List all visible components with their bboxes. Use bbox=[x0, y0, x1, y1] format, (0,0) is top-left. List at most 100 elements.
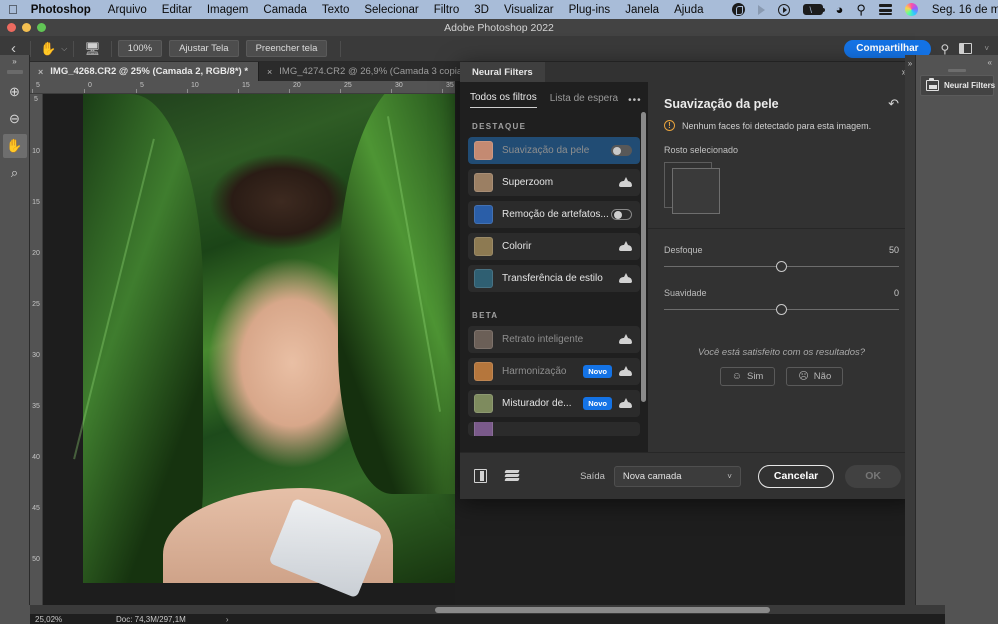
play-circle-icon[interactable] bbox=[777, 3, 790, 16]
filter-item-partial[interactable] bbox=[468, 422, 640, 436]
status-expand-icon[interactable]: › bbox=[186, 615, 229, 624]
download-icon[interactable] bbox=[619, 273, 632, 284]
toolstrip-expand-icon[interactable]: » bbox=[0, 55, 29, 66]
document-image[interactable] bbox=[73, 94, 455, 599]
airplay-icon[interactable] bbox=[757, 4, 765, 15]
slider-knob[interactable] bbox=[776, 261, 787, 272]
cancel-button[interactable]: Cancelar bbox=[757, 464, 835, 488]
download-icon[interactable] bbox=[619, 241, 632, 252]
status-zoom[interactable]: 25,02% bbox=[30, 615, 92, 624]
slider-knob[interactable] bbox=[776, 304, 787, 315]
compare-split-icon[interactable] bbox=[474, 469, 487, 483]
filter-item-remocao-de-artefatos[interactable]: Remoção de artefatos... bbox=[468, 201, 640, 228]
filter-item-misturador-de[interactable]: Misturador de... Novo bbox=[468, 390, 640, 417]
canvas-area[interactable] bbox=[43, 94, 455, 605]
ruler-label: 45 bbox=[32, 505, 40, 512]
siri-icon[interactable] bbox=[904, 3, 918, 16]
feedback-no-button[interactable]: ☹ Não bbox=[786, 367, 844, 386]
workspace-icon[interactable] bbox=[959, 43, 973, 54]
slider-suavidade-track[interactable] bbox=[664, 303, 899, 315]
document-tab-active[interactable]: × IMG_4268.CR2 @ 25% (Camada 2, RGB/8*) … bbox=[30, 62, 260, 81]
filter-item-harmonizacao[interactable]: Harmonização Novo bbox=[468, 358, 640, 385]
screen-mode-icon[interactable]: 🖥 bbox=[80, 41, 105, 57]
search-icon[interactable]: ⚲ bbox=[941, 42, 950, 56]
ok-button[interactable]: OK bbox=[845, 464, 901, 488]
tool-strip: » ⊕ ⊖ ✋ ⌕ bbox=[0, 55, 30, 605]
reset-icon[interactable]: ↶ bbox=[888, 96, 899, 112]
more-options-icon[interactable]: ••• bbox=[628, 95, 642, 106]
filter-thumbnail bbox=[474, 173, 493, 192]
wifi-icon[interactable]: ◕ bbox=[836, 3, 844, 16]
zoom-in-tool[interactable]: ⊕ bbox=[3, 80, 27, 104]
minimize-window-button[interactable] bbox=[22, 23, 31, 32]
slider-desfoque-track[interactable] bbox=[664, 260, 899, 272]
filter-item-colorir[interactable]: Colorir bbox=[468, 233, 640, 260]
menu-texto[interactable]: Texto bbox=[322, 4, 350, 16]
download-icon[interactable] bbox=[619, 334, 632, 345]
dock-item-neural-filters[interactable]: Neural Filters bbox=[920, 75, 995, 96]
horizontal-ruler[interactable]: 5 0 5 10 15 20 25 30 35 bbox=[30, 81, 455, 94]
toolstrip-grip[interactable] bbox=[6, 70, 23, 74]
filter-thumbnail bbox=[474, 269, 493, 288]
download-icon[interactable] bbox=[619, 366, 632, 377]
close-icon[interactable]: × bbox=[267, 67, 272, 77]
tab-todos-os-filtros[interactable]: Todos os filtros bbox=[470, 92, 537, 108]
chevron-down-icon[interactable]: ⌵ bbox=[61, 44, 67, 54]
neural-filters-tab[interactable]: Neural Filters bbox=[460, 62, 545, 82]
filter-item-transferencia-de-estilo[interactable]: Transferência de estilo bbox=[468, 265, 640, 292]
dock-grip[interactable] bbox=[948, 69, 966, 72]
filter-toggle[interactable] bbox=[611, 145, 632, 156]
menu-selecionar[interactable]: Selecionar bbox=[364, 4, 418, 16]
filter-item-retrato-inteligente[interactable]: Retrato inteligente bbox=[468, 326, 640, 353]
maximize-window-button[interactable] bbox=[37, 23, 46, 32]
zoom-level-button[interactable]: 100% bbox=[117, 40, 163, 57]
feedback-yes-button[interactable]: ☺ Sim bbox=[719, 367, 776, 386]
ruler-label: 10 bbox=[32, 148, 40, 155]
menu-camada[interactable]: Camada bbox=[263, 4, 306, 16]
hand-tool[interactable]: ✋ bbox=[2, 134, 27, 158]
menu-arquivo[interactable]: Arquivo bbox=[108, 4, 147, 16]
horizontal-scrollbar-thumb[interactable] bbox=[435, 606, 770, 613]
fit-screen-button[interactable]: Ajustar Tela bbox=[169, 40, 239, 57]
menu-filtro[interactable]: Filtro bbox=[434, 4, 460, 16]
menu-visualizar[interactable]: Visualizar bbox=[504, 4, 554, 16]
status-left-filler bbox=[0, 605, 30, 624]
close-window-button[interactable] bbox=[7, 23, 16, 32]
vertical-ruler[interactable]: 5 10 15 20 25 30 35 40 45 50 bbox=[30, 94, 43, 605]
menu-3d[interactable]: 3D bbox=[474, 4, 489, 16]
spotlight-search-icon[interactable]: ⚲ bbox=[856, 3, 866, 16]
menu-plugins[interactable]: Plug-ins bbox=[569, 4, 611, 16]
tab-lista-de-espera[interactable]: Lista de espera bbox=[550, 93, 618, 108]
rail-expand-icon[interactable]: » bbox=[905, 55, 915, 68]
zoom-out-tool[interactable]: ⊖ bbox=[3, 107, 27, 131]
status-bar: 25,02% Doc: 74,3M/297,1M › bbox=[0, 605, 998, 624]
filter-list-scrollbar[interactable] bbox=[641, 112, 646, 402]
shazam-icon[interactable] bbox=[731, 3, 745, 16]
fill-screen-button[interactable]: Preencher tela bbox=[245, 40, 328, 57]
download-icon[interactable] bbox=[619, 177, 632, 188]
menu-imagem[interactable]: Imagem bbox=[207, 4, 249, 16]
selected-face-preview[interactable] bbox=[664, 162, 726, 214]
zoom-tool[interactable]: ⌕ bbox=[3, 161, 27, 185]
close-icon[interactable]: × bbox=[38, 67, 43, 77]
back-button[interactable]: ‹ bbox=[7, 41, 24, 56]
filter-item-superzoom[interactable]: Superzoom bbox=[468, 169, 640, 196]
horizontal-scrollbar-track[interactable] bbox=[30, 605, 945, 614]
menu-ajuda[interactable]: Ajuda bbox=[674, 4, 703, 16]
menu-janela[interactable]: Janela bbox=[625, 4, 659, 16]
workspace-chevron-down-icon[interactable]: ˅ bbox=[984, 44, 989, 53]
battery-charging-icon[interactable]: \ bbox=[802, 4, 825, 15]
dock-collapse-icon[interactable]: « bbox=[916, 55, 998, 67]
layers-icon[interactable] bbox=[504, 469, 520, 483]
filter-toggle[interactable] bbox=[611, 209, 632, 220]
control-center-icon[interactable] bbox=[878, 4, 892, 15]
neural-filters-body: Todos os filtros Lista de espera ••• DES… bbox=[460, 82, 915, 472]
filter-item-suavizacao-da-pele[interactable]: Suavização da pele bbox=[468, 137, 640, 164]
download-icon[interactable] bbox=[619, 398, 632, 409]
menu-editar[interactable]: Editar bbox=[162, 4, 192, 16]
apple-menu-icon[interactable]:  bbox=[8, 3, 18, 16]
menu-photoshop[interactable]: Photoshop bbox=[31, 4, 91, 16]
output-select[interactable]: Nova camada ˅ bbox=[613, 465, 741, 487]
hand-tool-icon[interactable]: ✋ bbox=[37, 41, 59, 57]
menu-clock[interactable]: Seg. 16 de mai. 12:22 bbox=[932, 4, 998, 16]
